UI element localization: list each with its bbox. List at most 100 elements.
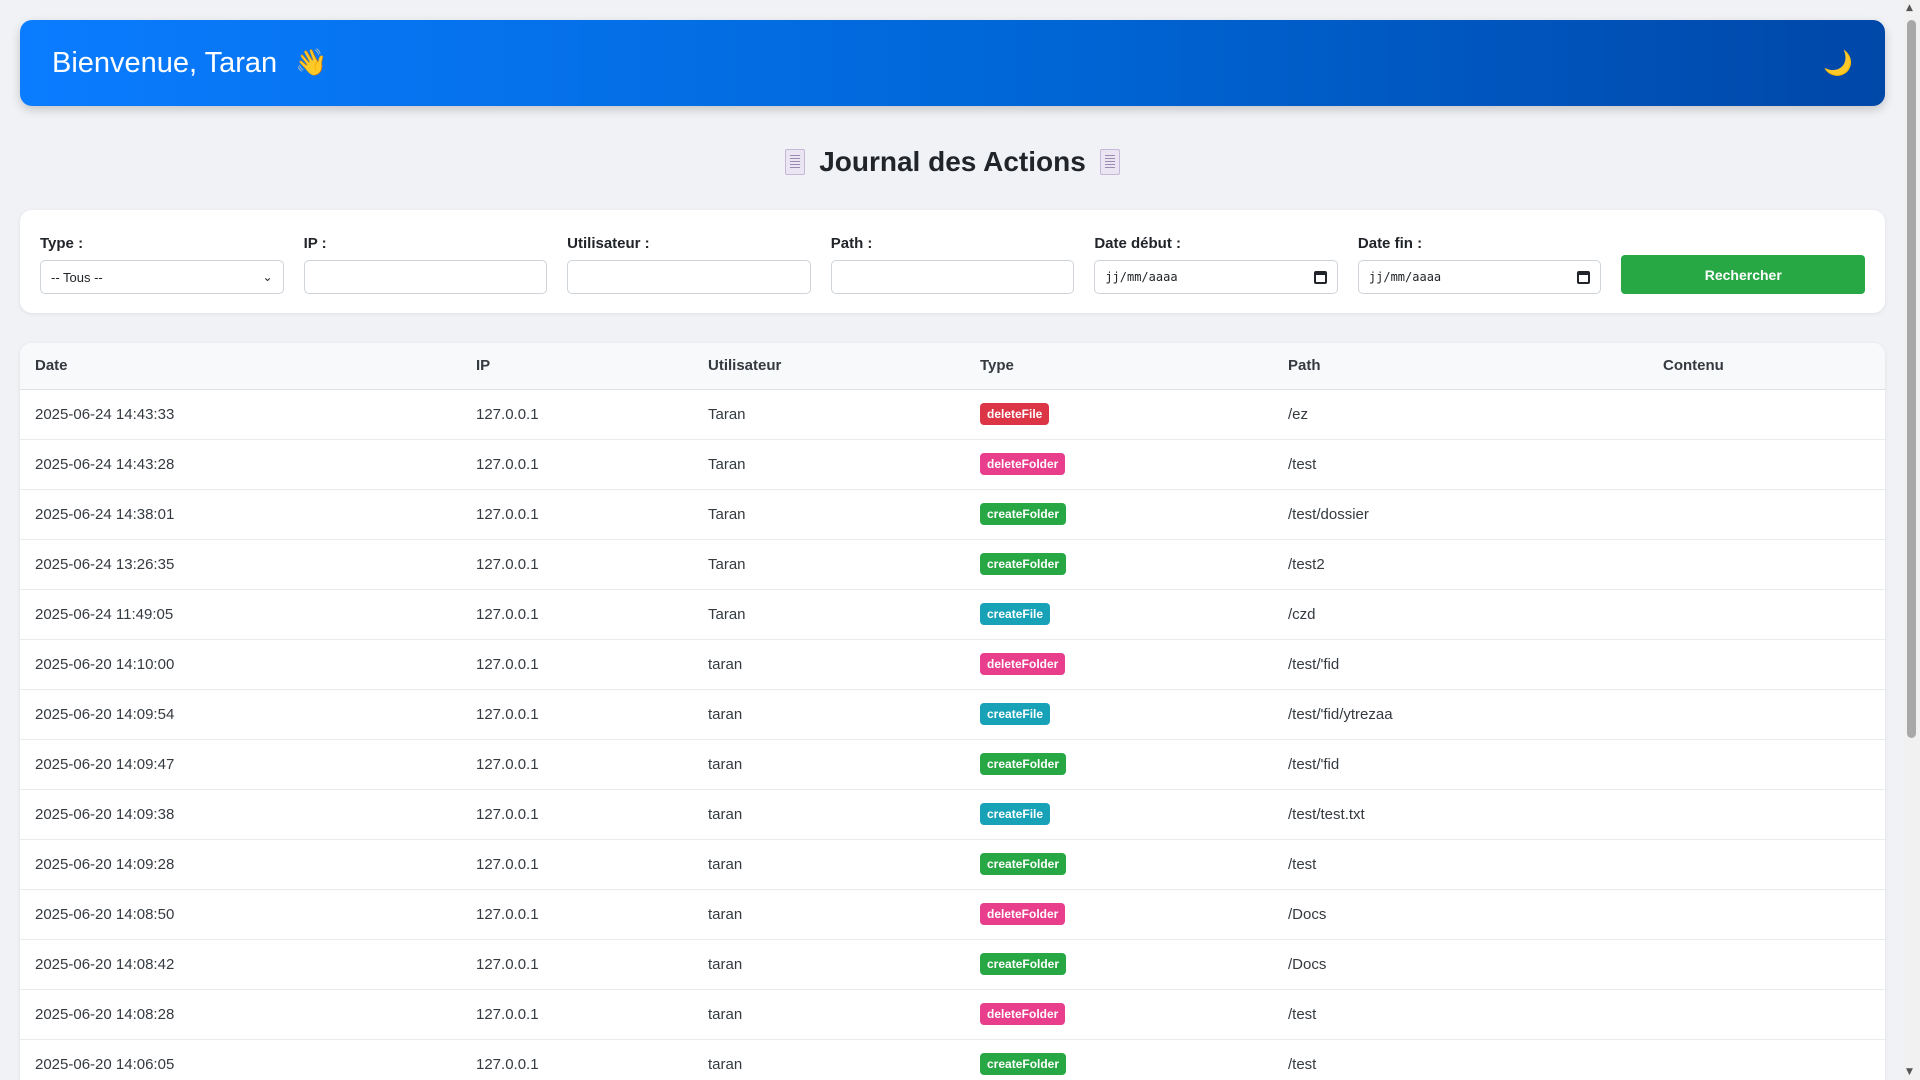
table-row: 2025-06-20 14:09:47 127.0.0.1 taran createF… bbox=[20, 739, 1885, 790]
scrollbar-thumb[interactable] bbox=[1907, 20, 1916, 738]
cell-ip: 127.0.0.1 bbox=[461, 1039, 693, 1080]
cell-type: createFolder bbox=[965, 1039, 1273, 1080]
cell-date: 2025-06-24 14:43:33 bbox=[20, 389, 461, 440]
filter-date-end-label: Date fin : bbox=[1357, 235, 1423, 252]
type-badge: deleteFolder bbox=[980, 653, 1066, 675]
cell-date: 2025-06-20 14:08:42 bbox=[20, 939, 461, 990]
user-input[interactable] bbox=[567, 260, 811, 294]
filter-user-group: Utilisateur : bbox=[567, 235, 811, 294]
cell-type: createFile bbox=[965, 689, 1273, 740]
cell-user: taran bbox=[693, 789, 965, 840]
cell-date: 2025-06-24 14:43:28 bbox=[20, 439, 461, 490]
cell-path: /czd bbox=[1273, 589, 1648, 640]
cell-user: taran bbox=[693, 689, 965, 740]
cell-type: createFolder bbox=[965, 739, 1273, 790]
cell-path: /test bbox=[1273, 989, 1648, 1040]
cell-user: Taran bbox=[693, 539, 965, 590]
cell-user: taran bbox=[693, 939, 965, 990]
type-badge: createFolder bbox=[980, 753, 1067, 775]
cell-path: /test bbox=[1273, 1039, 1648, 1080]
type-badge: createFolder bbox=[980, 853, 1067, 875]
cell-content bbox=[1648, 789, 1885, 840]
cell-path: /test/test.txt bbox=[1273, 789, 1648, 840]
cell-user: Taran bbox=[693, 589, 965, 640]
cell-date: 2025-06-20 14:09:38 bbox=[20, 789, 461, 840]
cell-path: /Docs bbox=[1273, 889, 1648, 940]
col-type-header: Type bbox=[965, 343, 1273, 390]
date-start-input[interactable]: jj/mm/aaaa bbox=[1094, 260, 1338, 294]
type-badge: createFile bbox=[980, 703, 1051, 725]
cell-user: taran bbox=[693, 839, 965, 890]
table-row: 2025-06-24 14:43:28 127.0.0.1 Taran deleteF… bbox=[20, 439, 1885, 490]
cell-user: taran bbox=[693, 889, 965, 940]
cell-date: 2025-06-20 14:09:54 bbox=[20, 689, 461, 740]
cell-ip: 127.0.0.1 bbox=[461, 389, 693, 440]
type-badge: createFolder bbox=[980, 953, 1067, 975]
header-banner: Bienvenue, Taran 👋 🌙 bbox=[20, 20, 1885, 106]
scroll-icon bbox=[1099, 149, 1120, 175]
table-header-row: Date IP Utilisateur Type Path Contenu bbox=[20, 343, 1885, 390]
filter-path-group: Path : bbox=[830, 235, 1075, 294]
table-body: 2025-06-24 14:43:33 127.0.0.1 Taran deleteF… bbox=[20, 389, 1885, 1080]
path-input[interactable] bbox=[830, 260, 1075, 294]
type-badge: deleteFolder bbox=[980, 1003, 1066, 1025]
date-end-input[interactable]: jj/mm/aaaa bbox=[1357, 260, 1602, 294]
cell-content bbox=[1648, 489, 1885, 540]
cell-date: 2025-06-20 14:08:28 bbox=[20, 989, 461, 1040]
filter-user-label: Utilisateur : bbox=[567, 235, 650, 252]
calendar-icon[interactable] bbox=[1313, 270, 1327, 284]
cell-content bbox=[1648, 839, 1885, 890]
cell-path: /test bbox=[1273, 839, 1648, 890]
vertical-scrollbar[interactable]: ▲ ▼ bbox=[1903, 0, 1920, 1080]
type-select[interactable]: -- Tous -- ⌄ bbox=[40, 260, 284, 294]
cell-user: Taran bbox=[693, 389, 965, 440]
cell-user: Taran bbox=[693, 489, 965, 540]
cell-user: taran bbox=[693, 639, 965, 690]
type-badge: deleteFile bbox=[980, 403, 1050, 425]
filter-ip-label: IP : bbox=[303, 235, 327, 252]
cell-ip: 127.0.0.1 bbox=[461, 789, 693, 840]
type-badge: createFolder bbox=[980, 1053, 1067, 1075]
scroll-up-icon[interactable]: ▲ bbox=[1906, 3, 1913, 13]
cell-type: deleteFile bbox=[965, 389, 1273, 440]
filter-date-start-group: Date début : jj/mm/aaaa bbox=[1094, 235, 1338, 294]
cell-ip: 127.0.0.1 bbox=[461, 689, 693, 740]
cell-ip: 127.0.0.1 bbox=[461, 489, 693, 540]
cell-path: /test/dossier bbox=[1273, 489, 1648, 540]
filter-ip-group: IP : bbox=[303, 235, 548, 294]
cell-content bbox=[1648, 689, 1885, 740]
search-button[interactable]: Rechercher bbox=[1621, 255, 1866, 294]
chevron-down-icon: ⌄ bbox=[262, 270, 273, 284]
type-badge: deleteFolder bbox=[980, 453, 1066, 475]
cell-type: createFile bbox=[965, 589, 1273, 640]
cell-date: 2025-06-20 14:10:00 bbox=[20, 639, 461, 690]
cell-ip: 127.0.0.1 bbox=[461, 539, 693, 590]
table-row: 2025-06-20 14:08:42 127.0.0.1 taran createF… bbox=[20, 939, 1885, 990]
cell-content bbox=[1648, 939, 1885, 990]
scroll-down-icon[interactable]: ▼ bbox=[1906, 1067, 1913, 1077]
wave-icon: 👋 bbox=[295, 48, 328, 78]
col-content-header: Contenu bbox=[1648, 343, 1885, 390]
ip-input[interactable] bbox=[303, 260, 548, 294]
cell-path: /Docs bbox=[1273, 939, 1648, 990]
calendar-icon[interactable] bbox=[1577, 270, 1591, 284]
cell-ip: 127.0.0.1 bbox=[461, 739, 693, 790]
theme-toggle-moon-icon[interactable]: 🌙 bbox=[1823, 49, 1853, 77]
welcome-text: Bienvenue, Taran bbox=[52, 46, 278, 79]
table-row: 2025-06-24 13:26:35 127.0.0.1 Taran createF… bbox=[20, 539, 1885, 590]
col-ip-header: IP bbox=[461, 343, 693, 390]
table-row: 2025-06-24 14:38:01 127.0.0.1 Taran createF… bbox=[20, 489, 1885, 540]
col-path-header: Path bbox=[1273, 343, 1648, 390]
cell-type: deleteFolder bbox=[965, 439, 1273, 490]
cell-content bbox=[1648, 539, 1885, 590]
filter-date-end-group: Date fin : jj/mm/aaaa bbox=[1357, 235, 1602, 294]
actions-table: Date IP Utilisateur Type Path Contenu 20… bbox=[20, 343, 1885, 1080]
cell-path: /test/'fid bbox=[1273, 739, 1648, 790]
table-row: 2025-06-24 14:43:33 127.0.0.1 Taran deleteF… bbox=[20, 389, 1885, 440]
filter-date-start-label: Date début : bbox=[1094, 235, 1181, 252]
cell-path: /test bbox=[1273, 439, 1648, 490]
table-row: 2025-06-24 11:49:05 127.0.0.1 Taran createF… bbox=[20, 589, 1885, 640]
cell-type: createFolder bbox=[965, 539, 1273, 590]
cell-type: deleteFolder bbox=[965, 639, 1273, 690]
table-row: 2025-06-20 14:08:50 127.0.0.1 taran deleteF… bbox=[20, 889, 1885, 940]
